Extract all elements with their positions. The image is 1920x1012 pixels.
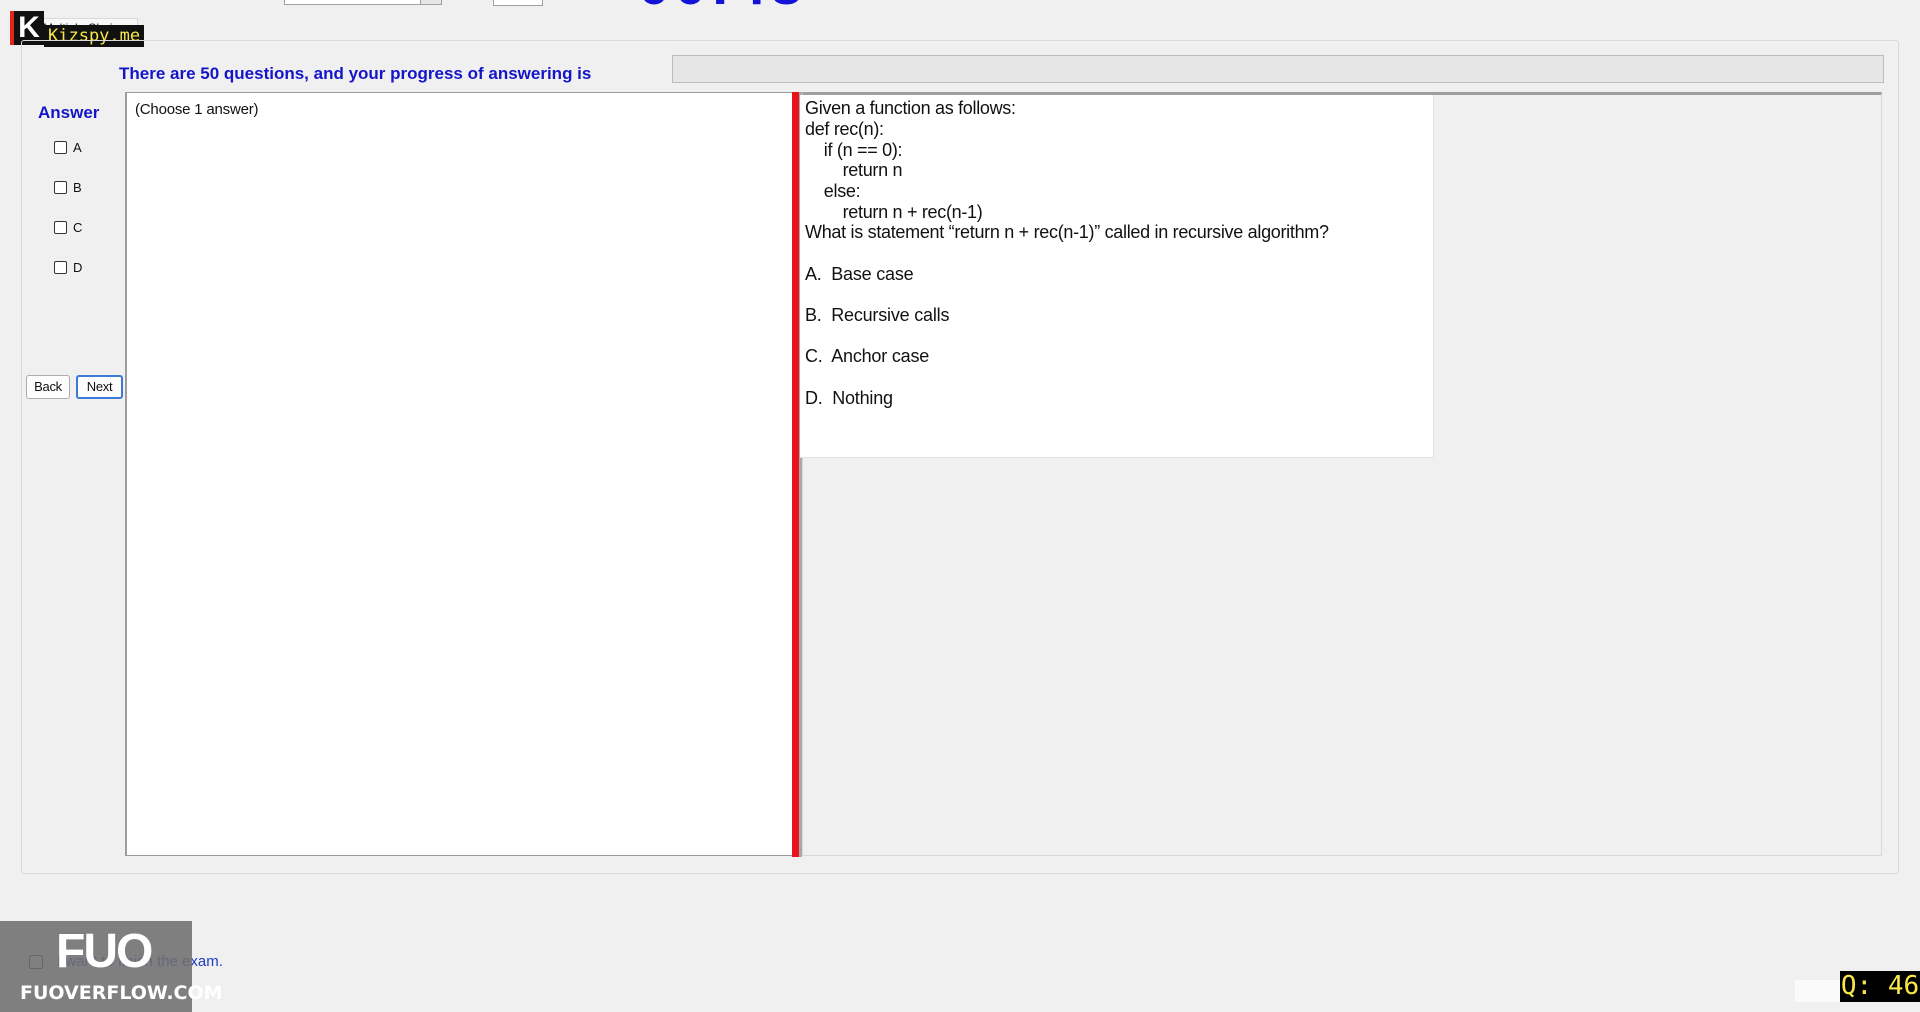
top-dropdown[interactable] (284, 0, 442, 5)
answer-option-label: D (73, 259, 83, 275)
answer-option-b[interactable]: B (54, 178, 82, 196)
fuo-logo-icon: FUO (56, 925, 153, 978)
question-line: return n + rec(n-1) (805, 202, 983, 222)
progress-label: There are 50 questions, and your progres… (119, 64, 592, 83)
fuoverflow-text: FUOVERFLOW.COM (20, 982, 223, 1004)
question-line: if (n == 0): (805, 140, 903, 160)
top-small-field[interactable] (493, 0, 543, 6)
top-dropdown-arrow[interactable] (420, 0, 441, 4)
question-line: Given a function as follows: (805, 98, 1016, 118)
checkbox-a[interactable] (54, 140, 67, 154)
counter-background (1795, 980, 1840, 1002)
answer-option-label: B (73, 179, 82, 195)
exam-timer: 00:48 (638, 0, 806, 10)
panel-splitter[interactable] (792, 92, 799, 857)
answer-option-d[interactable]: D (54, 258, 82, 276)
answer-option-a[interactable]: A (54, 138, 82, 156)
question-line: What is statement “return n + rec(n-1)” … (805, 222, 1329, 242)
checkbox-c[interactable] (54, 220, 67, 234)
question-option-a: A. Base case (805, 264, 914, 284)
question-line: def rec(n): (805, 119, 884, 139)
answer-hint: (Choose 1 answer) (135, 101, 259, 118)
question-line: return n (805, 160, 903, 180)
question-option-c: C. Anchor case (805, 346, 930, 366)
answer-option-label: A (73, 139, 82, 155)
question-counter: Q: 46 (1840, 971, 1920, 1002)
answer-title: Answer (38, 103, 100, 122)
question-line: else: (805, 181, 861, 201)
progress-bar (672, 55, 1884, 83)
answer-option-label: C (73, 219, 83, 235)
back-button[interactable]: Back (26, 375, 70, 399)
answer-option-c[interactable]: C (54, 218, 82, 236)
question-option-b: B. Recursive calls (805, 305, 950, 325)
answer-text-area[interactable] (125, 92, 793, 856)
checkbox-b[interactable] (54, 180, 67, 194)
checkbox-d[interactable] (54, 260, 67, 274)
next-button[interactable]: Next (76, 375, 123, 399)
question-option-d: D. Nothing (805, 388, 893, 408)
